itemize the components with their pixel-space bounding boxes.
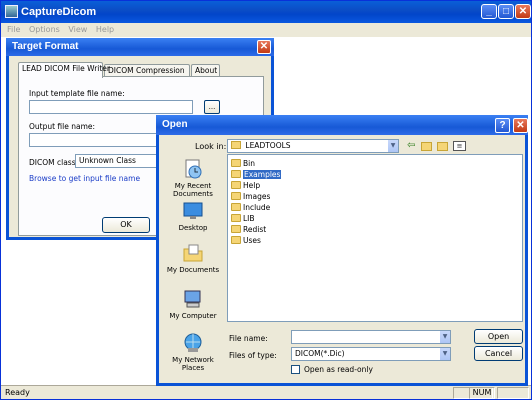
new-folder-icon[interactable] [437, 142, 448, 151]
list-item[interactable]: Images [231, 191, 270, 202]
look-in-select[interactable]: LEADTOOLS ▼ [227, 139, 399, 153]
menu-bar: File Options View Help [1, 23, 531, 37]
folder-icon [231, 181, 241, 189]
file-type-value: DICOM(*.Dic) [295, 349, 345, 358]
folder-name: Uses [243, 236, 261, 245]
input-template-label: Input template file name: [29, 89, 125, 98]
status-pane-scroll [497, 387, 529, 399]
menu-view[interactable]: View [68, 25, 87, 34]
app-icon [5, 5, 18, 18]
main-title-bar[interactable]: CaptureDicom _ □ ✕ [1, 1, 531, 23]
place-desktop[interactable]: Desktop [163, 200, 223, 232]
network-places-icon [184, 333, 202, 352]
folder-icon [231, 236, 241, 244]
place-label: My Network Places [172, 356, 214, 372]
open-button[interactable]: Open [474, 329, 523, 344]
target-dialog-close-icon[interactable]: ✕ [257, 40, 271, 54]
place-label: My Documents [166, 266, 220, 274]
app-title: CaptureDicom [21, 6, 97, 18]
menu-help[interactable]: Help [96, 25, 114, 34]
folder-name: Examples [243, 170, 282, 179]
target-dialog-title: Target Format [12, 41, 79, 52]
folder-name: LIB [243, 214, 255, 223]
folder-name: Help [243, 181, 261, 190]
status-bar: Ready NUM [1, 385, 531, 399]
open-dialog: Open ? ✕ Look in: LEADTOOLS ▼ ⇦ ≡ My Rec… [156, 115, 528, 386]
chevron-down-icon[interactable]: ▼ [439, 348, 450, 360]
status-text: Ready [5, 388, 30, 397]
list-item[interactable]: Help [231, 180, 260, 191]
list-item[interactable]: Examples [231, 169, 282, 180]
maximize-button[interactable]: □ [498, 4, 514, 19]
views-menu-icon[interactable]: ≡ [453, 141, 466, 151]
file-type-label: Files of type: [229, 351, 277, 360]
file-name-input[interactable]: ▼ [291, 330, 451, 344]
folder-icon [231, 192, 241, 200]
output-file-label: Output file name: [29, 122, 96, 131]
folder-icon [231, 159, 241, 167]
folder-icon [231, 141, 241, 149]
my-documents-icon [183, 244, 203, 262]
read-only-label: Open as read-only [304, 365, 373, 374]
folder-icon [231, 225, 241, 233]
open-dialog-title: Open [162, 119, 188, 130]
input-template-field[interactable] [29, 100, 193, 114]
chevron-down-icon[interactable]: ▼ [439, 331, 450, 343]
places-bar: My Recent Documents Desktop My Documents… [163, 152, 223, 382]
list-item[interactable]: Bin [231, 158, 255, 169]
folder-name: Bin [243, 159, 255, 168]
place-my-computer[interactable]: My Computer [163, 288, 223, 320]
file-list[interactable]: Bin Examples Help Images Include LIB Red… [227, 154, 523, 322]
tab-lead-dicom-file-writer[interactable]: LEAD DICOM File Writer [18, 62, 110, 78]
dicom-class-value: Unknown Class [79, 156, 136, 165]
place-label: Desktop [178, 224, 208, 232]
place-my-documents[interactable]: My Documents [163, 242, 223, 274]
place-label: My Recent Documents [173, 182, 213, 198]
folder-icon [231, 214, 241, 222]
folder-name: Redist [243, 225, 267, 234]
list-item[interactable]: Include [231, 202, 270, 213]
open-dialog-close-icon[interactable]: ✕ [513, 118, 528, 133]
ok-button[interactable]: OK [102, 217, 150, 233]
look-in-label: Look in: [195, 142, 227, 151]
menu-options[interactable]: Options [29, 25, 60, 34]
read-only-checkbox[interactable] [291, 365, 300, 374]
my-computer-icon [184, 290, 201, 308]
recent-documents-icon [185, 159, 202, 179]
file-name-label: File name: [229, 334, 268, 343]
chevron-down-icon[interactable]: ▼ [387, 140, 398, 152]
list-item[interactable]: Redist [231, 224, 266, 235]
open-dialog-title-bar[interactable]: Open ? ✕ [156, 115, 528, 135]
up-folder-icon[interactable] [421, 142, 432, 151]
back-icon[interactable]: ⇦ [407, 140, 415, 151]
folder-name: Include [243, 203, 271, 212]
desktop-icon [183, 202, 203, 219]
minimize-button[interactable]: _ [481, 4, 497, 19]
place-label: My Computer [169, 312, 217, 320]
status-num: NUM [469, 387, 495, 399]
folder-icon [231, 170, 241, 178]
help-icon[interactable]: ? [495, 118, 510, 133]
place-my-network-places[interactable]: My Network Places [163, 332, 223, 372]
look-in-value: LEADTOOLS [245, 141, 291, 150]
close-button[interactable]: ✕ [515, 4, 531, 19]
place-my-recent-documents[interactable]: My Recent Documents [163, 158, 223, 198]
file-type-select[interactable]: DICOM(*.Dic) ▼ [291, 347, 451, 361]
list-item[interactable]: LIB [231, 213, 255, 224]
dicom-class-label: DICOM class [29, 158, 76, 167]
browse-template-button[interactable]: ... [204, 100, 220, 114]
folder-name: Images [243, 192, 271, 201]
menu-file[interactable]: File [7, 25, 20, 34]
browse-input-link[interactable]: Browse to get input file name [29, 174, 140, 183]
cancel-button[interactable]: Cancel [474, 346, 523, 361]
list-item[interactable]: Uses [231, 235, 261, 246]
folder-icon [231, 203, 241, 211]
target-dialog-title-bar[interactable]: Target Format ✕ [6, 38, 274, 56]
